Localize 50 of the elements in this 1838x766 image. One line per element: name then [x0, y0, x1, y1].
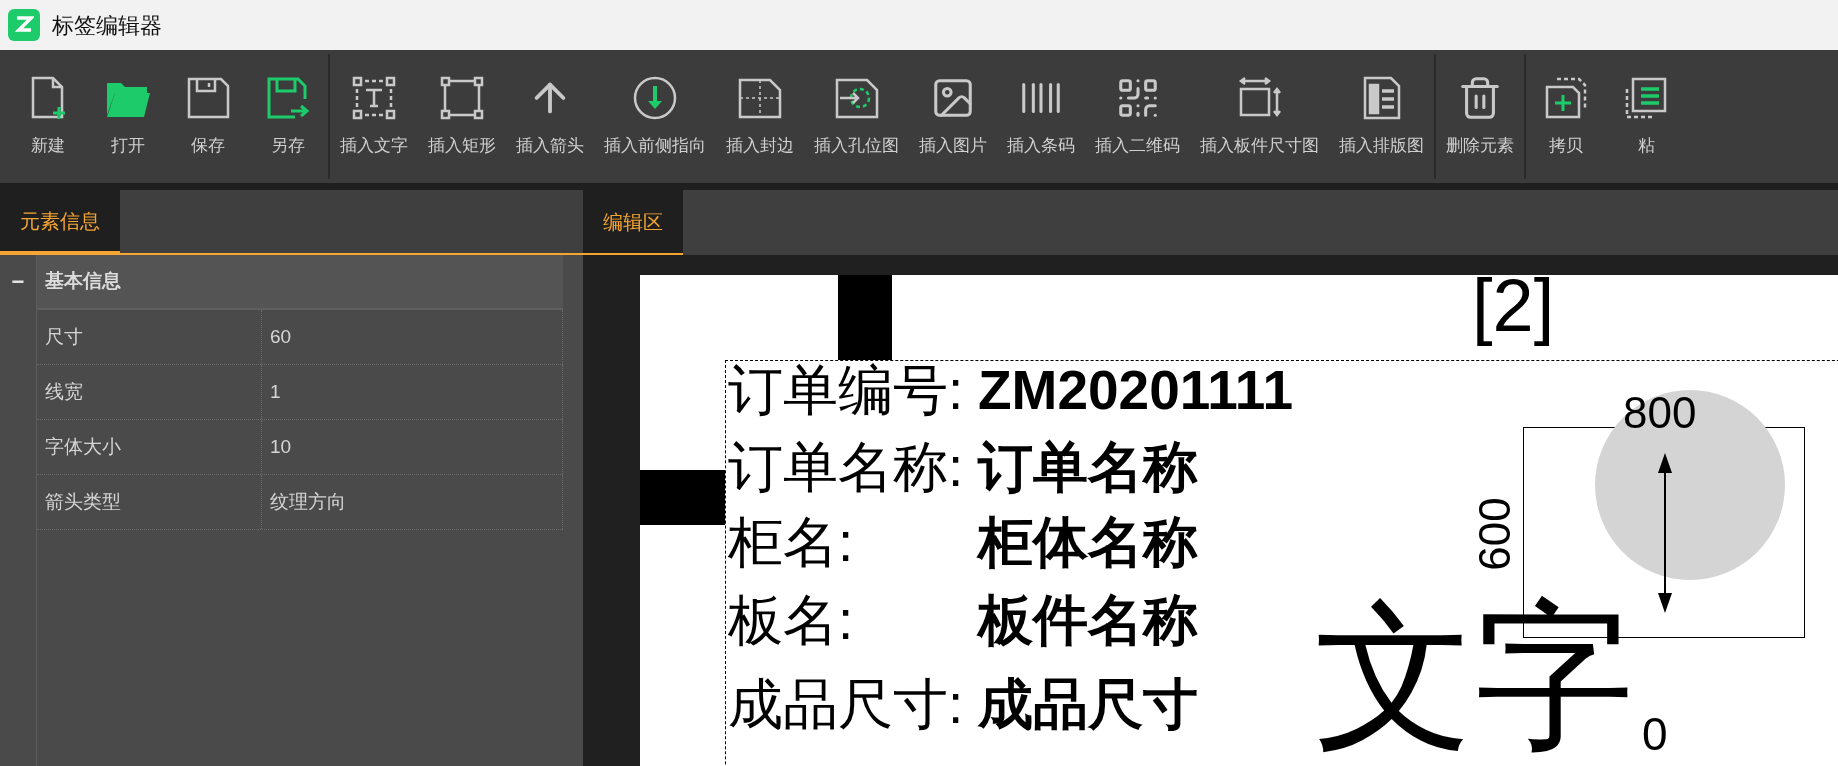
property-name: 字体大小	[37, 420, 262, 474]
down-arrow-circle-icon	[632, 74, 678, 121]
toolbar-button[interactable]: 粘	[1606, 54, 1686, 179]
property-value[interactable]: 纹理方向	[262, 475, 563, 529]
toolbar-button[interactable]: 插入排版图	[1329, 54, 1434, 179]
toolbar-button[interactable]: 保存	[168, 54, 248, 179]
toolbar-button[interactable]: 插入板件尺寸图	[1190, 54, 1329, 179]
toolbar-button[interactable]: 打开	[88, 54, 168, 179]
field-value: ZM20201111	[978, 363, 1293, 418]
field-value: 柜体名称	[978, 515, 1198, 570]
property-value[interactable]: 60	[262, 310, 563, 364]
toolbar-button[interactable]: 插入条码	[997, 54, 1085, 179]
toolbar-button[interactable]: 插入矩形	[418, 54, 506, 179]
panel-tab[interactable]: 元素信息	[0, 190, 120, 253]
field-label: 成品尺寸:	[728, 677, 965, 732]
double-arrow-icon	[1656, 453, 1674, 613]
field-label: 订单名称:	[728, 440, 965, 495]
toolbar-button[interactable]: 插入图片	[909, 54, 997, 179]
field-label: 柜名:	[728, 515, 855, 570]
window-title: 标签编辑器	[52, 11, 162, 40]
toolbar-button[interactable]: 删除元素	[1436, 54, 1524, 179]
panel-tab[interactable]: 编辑区	[583, 190, 683, 255]
property-name: 箭头类型	[37, 475, 262, 529]
group-header: 基本信息	[37, 255, 563, 310]
height-label: 600	[1473, 496, 1517, 573]
toolbar-button[interactable]: 插入文字	[330, 54, 418, 179]
width-label: 800	[1623, 391, 1697, 435]
property-value[interactable]: 1	[262, 365, 563, 419]
field-label: 板名:	[728, 593, 855, 648]
field-value: 订单名称	[978, 440, 1198, 495]
rectangle-icon	[439, 74, 485, 121]
text-box-icon	[351, 74, 397, 121]
toolbar-button[interactable]: 插入二维码	[1085, 54, 1190, 179]
toolbar-button[interactable]: 插入箭头	[506, 54, 594, 179]
property-value[interactable]: 10	[262, 420, 563, 474]
toolbar-button[interactable]: 插入前侧指向	[594, 54, 716, 179]
app-logo-icon	[8, 9, 40, 41]
large-text: 文字	[1314, 593, 1634, 761]
toolbar-button[interactable]: 新建	[8, 54, 88, 179]
property-name: 尺寸	[37, 310, 262, 364]
toolbar-button[interactable]: 插入封边	[716, 54, 804, 179]
field-value: 成品尺寸	[978, 677, 1198, 732]
field-label: 订单编号:	[728, 363, 965, 418]
toolbar-button[interactable]: 插入孔位图	[804, 54, 909, 179]
toolbar-button[interactable]: 拷贝	[1526, 54, 1606, 179]
field-value: 板件名称	[978, 593, 1198, 648]
collapse-toggle[interactable]: −	[11, 275, 25, 289]
property-name: 线宽	[37, 365, 262, 419]
toolbar-button[interactable]: 另存	[248, 54, 328, 179]
corner-value: 0	[1642, 711, 1668, 757]
